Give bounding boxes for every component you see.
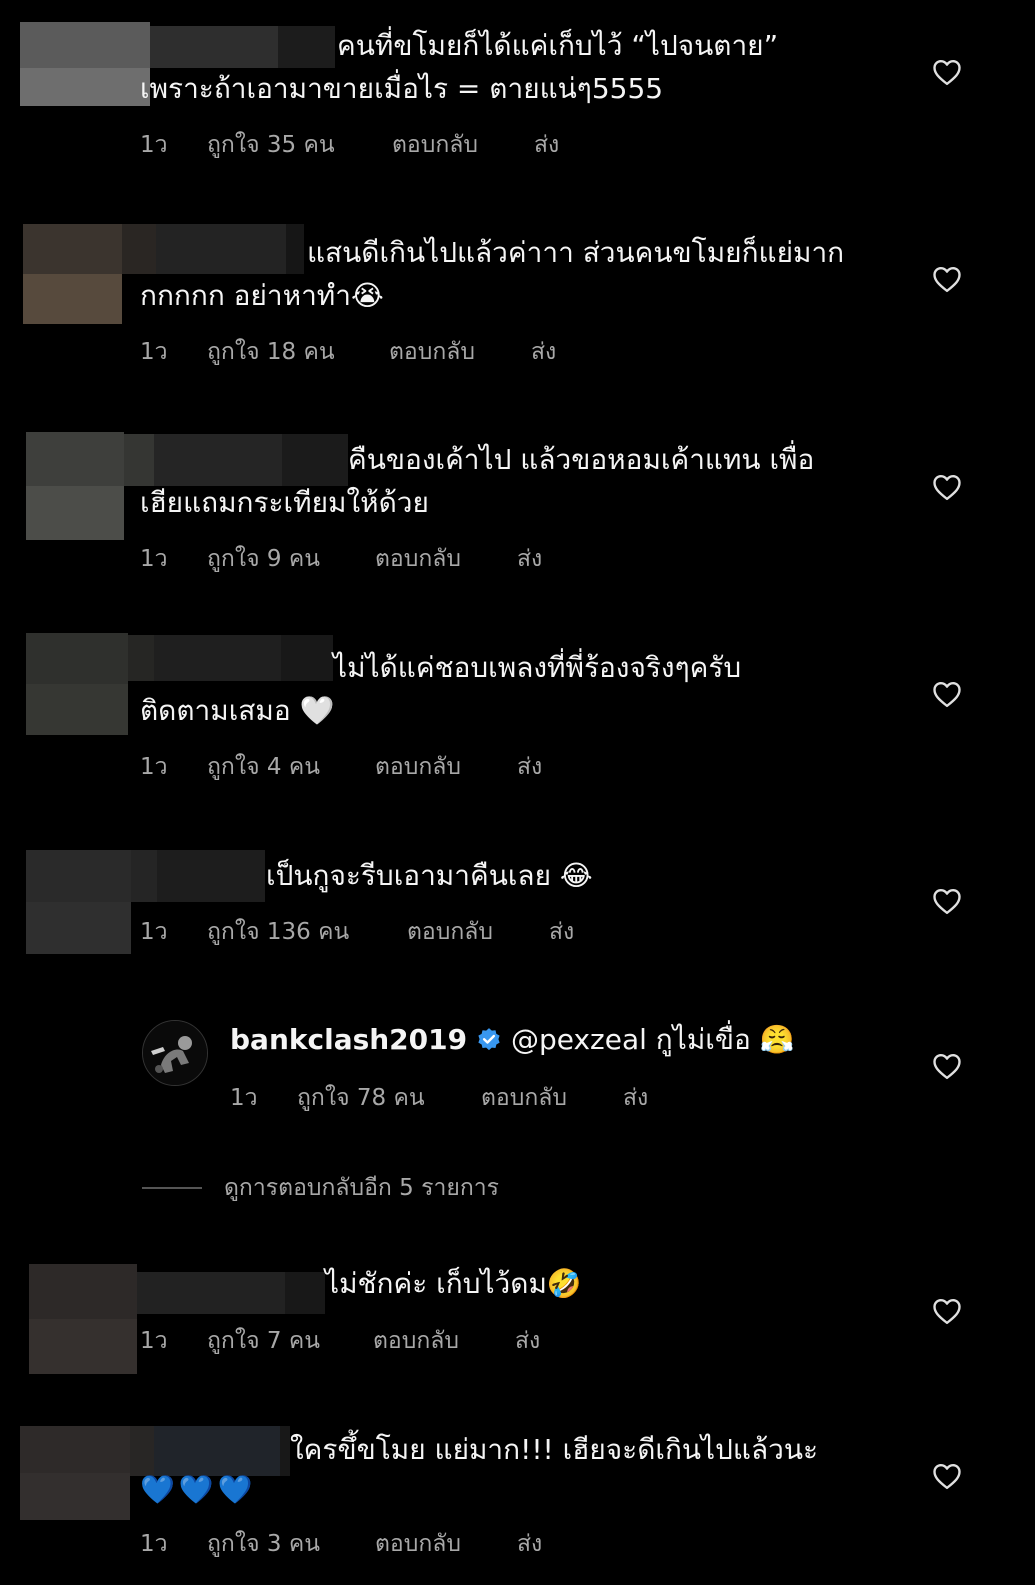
comment-time: 1ว	[140, 754, 168, 780]
comment-text-line1: แสนดีเกินไปแล้วค่าาา ส่วนคนขโมยก็แย่มาก	[307, 236, 845, 269]
comment-text-line2: ติดตามเสมอ 🤍	[140, 694, 335, 727]
blurred-avatar[interactable]	[20, 1426, 130, 1520]
comment-text-line2: เฮียแถมกระเทียมให้ด้วย	[140, 486, 429, 519]
blurred-avatar[interactable]	[26, 432, 124, 540]
blurred-avatar[interactable]	[29, 1264, 137, 1374]
blurred-username[interactable]	[122, 224, 304, 274]
heart-icon[interactable]	[932, 1052, 962, 1080]
reply-text: กูไม่เขื่อ 😤	[655, 1023, 795, 1056]
reply-button[interactable]: ตอบกลับ	[375, 541, 517, 577]
comment-text-line2: 💙💙💙	[140, 1473, 257, 1506]
comment-text-line1: ไม่ชักค่ะ เก็บไว้ดม🤣	[325, 1267, 582, 1300]
heart-icon[interactable]	[932, 680, 962, 708]
send-button[interactable]: ส่ง	[623, 1080, 648, 1116]
heart-icon[interactable]	[932, 473, 962, 501]
likes-count[interactable]: ถูกใจ 18 คน	[207, 334, 389, 370]
heart-icon[interactable]	[932, 1297, 962, 1325]
divider	[142, 1187, 202, 1189]
comment-time: 1ว	[140, 919, 168, 945]
comment-time: 1ว	[140, 132, 168, 158]
comment-time: 1ว	[230, 1085, 258, 1111]
heart-icon[interactable]	[932, 1462, 962, 1490]
blurred-username[interactable]	[128, 635, 333, 681]
avatar-image	[143, 1021, 207, 1085]
likes-count[interactable]: ถูกใจ 78 คน	[297, 1080, 481, 1116]
likes-count[interactable]: ถูกใจ 35 คน	[207, 127, 392, 163]
comment-text-line2: กกกกก อย่าหาทำ😭	[140, 279, 384, 312]
blurred-username[interactable]	[131, 850, 265, 902]
comment-time: 1ว	[140, 1531, 168, 1557]
verified-badge-icon	[478, 1028, 500, 1051]
mention-link[interactable]: @pexzeal	[511, 1023, 647, 1056]
heart-icon[interactable]	[932, 265, 962, 293]
reply-line: bankclash2019 @pexzeal กูไม่เขื่อ 😤	[230, 1018, 795, 1061]
send-button[interactable]: ส่ง	[531, 334, 556, 370]
blurred-username[interactable]	[124, 434, 348, 486]
reply-button[interactable]: ตอบกลับ	[389, 334, 531, 370]
comment-text-line1: คนที่ขโมยก็ได้แค่เก็บไว้ “ไปจนตาย”	[337, 29, 779, 62]
comment-text-line1: เป็นกูจะรีบเอามาคืนเลย 😂	[266, 859, 593, 892]
blurred-avatar[interactable]	[23, 224, 122, 324]
view-replies-label[interactable]: ดูการตอบกลับอีก 5 รายการ	[224, 1170, 499, 1206]
send-button[interactable]: ส่ง	[515, 1323, 540, 1359]
comment-time: 1ว	[140, 339, 168, 365]
comment-text-line2: เพราะถ้าเอามาขายเมื่อไร = ตายแน่ๆ5555	[140, 72, 664, 105]
likes-count[interactable]: ถูกใจ 3 คน	[207, 1526, 375, 1562]
blurred-avatar[interactable]	[26, 633, 128, 735]
avatar[interactable]	[142, 1020, 208, 1086]
reply-button[interactable]: ตอบกลับ	[375, 1526, 517, 1562]
view-more-replies[interactable]: ดูการตอบกลับอีก 5 รายการ	[142, 1170, 499, 1206]
reply-button[interactable]: ตอบกลับ	[373, 1323, 515, 1359]
comment-time: 1ว	[140, 546, 168, 572]
send-button[interactable]: ส่ง	[534, 127, 559, 163]
likes-count[interactable]: ถูกใจ 4 คน	[207, 749, 375, 785]
comment-text-line1: คืนของเค้าไป แล้วขอหอมเค้าแทน เพื่อ	[348, 443, 815, 476]
send-button[interactable]: ส่ง	[549, 914, 574, 950]
send-button[interactable]: ส่ง	[517, 1526, 542, 1562]
comment-text-line1: ไม่ได้แค่ชอบเพลงที่พี่ร้องจริงๆครับ	[333, 651, 742, 684]
send-button[interactable]: ส่ง	[517, 749, 542, 785]
comment-time: 1ว	[140, 1328, 168, 1354]
reply-button[interactable]: ตอบกลับ	[375, 749, 517, 785]
reply-button[interactable]: ตอบกลับ	[392, 127, 534, 163]
heart-icon[interactable]	[932, 887, 962, 915]
send-button[interactable]: ส่ง	[517, 541, 542, 577]
blurred-avatar[interactable]	[20, 22, 150, 106]
reply-button[interactable]: ตอบกลับ	[481, 1080, 623, 1116]
reply-button[interactable]: ตอบกลับ	[407, 914, 549, 950]
heart-icon[interactable]	[932, 58, 962, 86]
comment-text-line1: ใครขึ้ขโมย แย่มาก!!! เฮียจะดีเกินไปแล้วน…	[290, 1433, 819, 1466]
username[interactable]: bankclash2019	[230, 1023, 467, 1056]
likes-count[interactable]: ถูกใจ 9 คน	[207, 541, 375, 577]
blurred-username[interactable]	[137, 1272, 325, 1314]
likes-count[interactable]: ถูกใจ 7 คน	[207, 1323, 373, 1359]
blurred-avatar[interactable]	[26, 850, 131, 954]
likes-count[interactable]: ถูกใจ 136 คน	[207, 914, 407, 950]
blurred-username[interactable]	[150, 26, 335, 68]
